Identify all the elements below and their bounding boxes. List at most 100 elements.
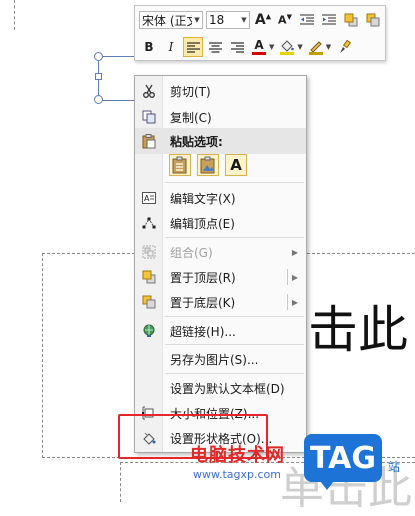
pencil-icon — [310, 40, 322, 52]
increase-indent-icon — [322, 14, 336, 25]
split-divider — [287, 294, 288, 310]
chevron-down-icon[interactable]: ▼ — [326, 43, 331, 51]
menu-separator — [165, 373, 304, 374]
menu-item-save-as-picture[interactable]: 另存为图片(S)... — [135, 346, 306, 372]
bold-icon: B — [144, 40, 154, 54]
decrease-indent-icon — [300, 14, 314, 25]
menu-item-label: 超链接(H)... — [170, 324, 236, 339]
copy-icon — [135, 104, 162, 130]
align-right-button[interactable] — [227, 37, 247, 57]
placeholder-text: 击此 — [308, 301, 408, 359]
watermark-url: www.tagxp.com — [193, 468, 281, 481]
menu-item-bring-to-front[interactable]: 置于顶层(R) ▶ — [135, 264, 306, 290]
picture-paste-icon — [200, 156, 215, 174]
shrink-font-icon: A▼ — [278, 13, 292, 27]
slide-edge — [0, 0, 15, 30]
clipboard-icon — [135, 128, 162, 154]
menu-item-set-default-textbox[interactable]: 设置为默认文本框(D) — [135, 375, 306, 401]
paint-bucket-icon — [281, 39, 295, 52]
line-color-swatch — [308, 51, 323, 55]
tag-logo-text: TAG — [310, 440, 376, 476]
keep-text-only-button[interactable]: A — [225, 154, 247, 176]
align-left-button[interactable] — [183, 37, 203, 57]
menu-item-edit-text[interactable]: A 编辑文字(X) — [135, 185, 306, 211]
chevron-down-icon[interactable]: ▼ — [297, 43, 302, 51]
font-name-combo[interactable]: 宋体 (正文 ▼ — [139, 11, 203, 29]
submenu-arrow-icon: ▶ — [291, 247, 298, 257]
grow-font-button[interactable]: A▲ — [253, 10, 273, 30]
align-right-icon — [230, 41, 244, 53]
center-button[interactable] — [205, 37, 225, 57]
grow-font-icon: A▲ — [254, 12, 272, 28]
menu-item-label: 另存为图片(S)... — [170, 352, 259, 367]
format-painter-button[interactable] — [334, 37, 354, 57]
menu-item-group: 组合(G) ▶ — [135, 239, 306, 265]
font-color-button[interactable]: A — [249, 37, 269, 57]
bring-to-front-icon — [135, 264, 162, 290]
menu-item-edit-points[interactable]: 编辑顶点(E) — [135, 210, 306, 236]
send-backward-button[interactable] — [363, 10, 383, 30]
submenu-arrow-icon[interactable]: ▶ — [292, 273, 298, 282]
resize-handle[interactable] — [94, 52, 103, 61]
send-backward-icon — [366, 13, 380, 27]
menu-item-copy[interactable]: 复制(C) — [135, 104, 306, 130]
paste-options-row: A — [169, 154, 253, 176]
submenu-arrow-icon[interactable]: ▶ — [292, 298, 298, 307]
menu-item-label: 复制(C) — [170, 110, 212, 125]
send-to-back-icon — [135, 289, 162, 315]
tag-logo: TAG — [304, 434, 382, 490]
resize-handle[interactable] — [94, 95, 103, 104]
selection-border — [102, 100, 134, 101]
watermark-site-name: 电脑技术网 — [190, 445, 285, 466]
menu-item-label: 编辑文字(X) — [170, 191, 236, 206]
menu-separator — [165, 344, 304, 345]
align-left-icon — [186, 41, 200, 53]
fill-color-button[interactable] — [277, 37, 297, 57]
chevron-down-icon[interactable]: ▼ — [269, 43, 274, 51]
brush-icon — [340, 40, 352, 53]
bold-button[interactable]: B — [139, 37, 159, 57]
mini-toolbar: 宋体 (正文 ▼ 18 ▼ A▲ A▼ — [134, 5, 386, 61]
keep-source-formatting-button[interactable] — [169, 154, 191, 176]
menu-separator — [165, 237, 304, 238]
font-color-icon: A — [254, 38, 264, 52]
menu-item-cut[interactable]: 剪切(T) — [135, 78, 306, 104]
shrink-font-button[interactable]: A▼ — [275, 10, 295, 30]
menu-item-label: 粘贴选项: — [170, 134, 223, 149]
italic-button[interactable]: I — [161, 37, 181, 57]
line-color-button[interactable] — [306, 37, 326, 57]
selection-border — [102, 56, 134, 57]
menu-item-hyperlink[interactable]: 超链接(H)... — [135, 318, 306, 344]
keep-text-only-icon: A — [230, 156, 242, 174]
picture-paste-button[interactable] — [197, 154, 219, 176]
chevron-down-icon[interactable]: ▼ — [192, 16, 202, 24]
increase-indent-button[interactable] — [319, 10, 339, 30]
menu-item-icon-slot — [135, 346, 162, 372]
menu-item-label: 置于顶层(R) — [170, 270, 236, 285]
font-size-combo[interactable]: 18 ▼ — [206, 11, 250, 29]
context-menu: 剪切(T) 复制(C) 粘贴选项: A A 编辑文字(X) 编辑顶点(E) 组合… — [134, 75, 307, 453]
decrease-indent-button[interactable] — [297, 10, 317, 30]
split-divider — [287, 269, 288, 285]
text-box-icon: A — [135, 185, 162, 211]
menu-item-icon-slot — [135, 375, 162, 401]
font-name-value: 宋体 (正文 — [142, 13, 192, 28]
svg-text:A: A — [144, 194, 150, 203]
chevron-down-icon[interactable]: ▼ — [239, 16, 249, 24]
menu-item-label: 置于底层(K) — [170, 295, 236, 310]
scissors-icon — [135, 78, 162, 104]
hyperlink-icon — [135, 318, 162, 344]
italic-icon: I — [168, 40, 174, 54]
menu-item-label: 剪切(T) — [170, 84, 211, 99]
resize-handle[interactable] — [95, 73, 102, 80]
menu-item-label: 组合(G) — [170, 245, 213, 260]
font-color-swatch — [252, 52, 266, 55]
menu-item-label: 编辑顶点(E) — [170, 216, 235, 231]
align-center-icon — [208, 41, 222, 53]
bring-forward-button[interactable] — [341, 10, 361, 30]
menu-item-send-to-back[interactable]: 置于底层(K) ▶ — [135, 289, 306, 315]
menu-separator — [165, 182, 304, 183]
menu-item-label: 设置为默认文本框(D) — [170, 381, 285, 396]
menu-separator — [165, 316, 304, 317]
font-size-value: 18 — [209, 13, 225, 27]
